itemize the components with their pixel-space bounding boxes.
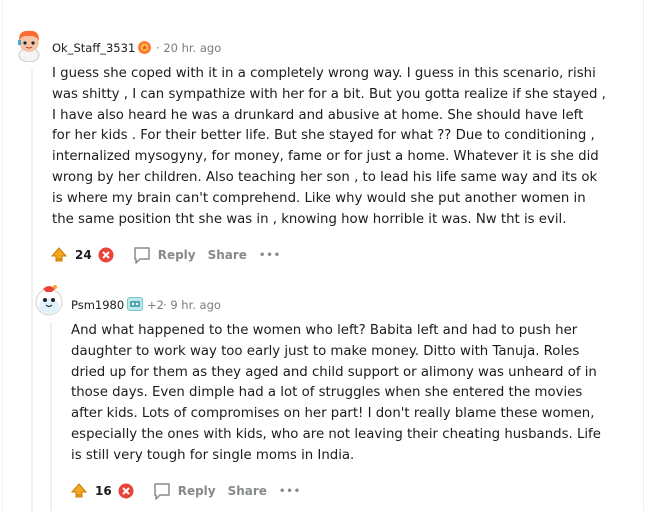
comment-line: is still very tough for single moms in I…: [71, 447, 355, 463]
upvote-icon[interactable]: [70, 482, 88, 500]
comment-author[interactable]: Ok_Staff_3531: [52, 41, 135, 55]
vote-count: 24: [75, 248, 92, 262]
downvote-icon[interactable]: [118, 483, 134, 499]
more-icon[interactable]: •••: [259, 250, 281, 261]
comment-line: is where my brain can't comprehend. Like…: [52, 190, 586, 206]
comment-line: after kids. Lots of compromises on her p…: [71, 406, 595, 422]
more-icon[interactable]: •••: [279, 486, 301, 497]
share-label: Share: [227, 484, 267, 498]
comment-line: internalized mysogyny, for money, fame o…: [52, 149, 599, 165]
comment-line: those days. Even dimple had a lot of str…: [71, 385, 583, 401]
avatar[interactable]: [34, 282, 64, 318]
comment-line: wrong by her children. Also teaching her…: [52, 169, 598, 185]
downvote-icon[interactable]: [98, 247, 114, 263]
comment-line: for her kids . For their better life. Bu…: [52, 128, 595, 144]
award-icon: [137, 40, 152, 55]
comment-icon: [153, 483, 170, 500]
comment-line: I have also heard he was a drunkard and …: [52, 107, 584, 123]
comment-timestamp[interactable]: · 9 hr. ago: [163, 298, 221, 312]
left-border: [2, 0, 3, 511]
comment-line: daughter to work way too early just to m…: [71, 343, 580, 359]
reply-button[interactable]: Reply: [152, 481, 216, 501]
thread-line[interactable]: [31, 70, 33, 511]
comment-line: dried up for them as they aged and child…: [71, 364, 597, 380]
thread-line[interactable]: [50, 322, 52, 511]
comment-actions: 24 Reply Share •••: [50, 244, 281, 266]
reply-label: Reply: [177, 484, 216, 498]
comment-author[interactable]: Psm1980: [71, 298, 124, 312]
comment-icon: [133, 247, 150, 264]
share-label: Share: [207, 248, 247, 262]
comment-body: I guess she coped with it in a completel…: [52, 64, 606, 230]
share-button[interactable]: Share: [228, 484, 267, 498]
award-count: +2: [147, 298, 164, 312]
right-border: [643, 0, 644, 511]
vote-count: 16: [95, 484, 112, 498]
comment-line: And what happened to the women who left?…: [71, 323, 578, 338]
comment-actions: 16 Reply Share •••: [70, 480, 301, 502]
comment-timestamp[interactable]: · 20 hr. ago: [156, 41, 221, 55]
timestamp-text: 20 hr. ago: [163, 41, 222, 55]
timestamp-text: 9 hr. ago: [170, 298, 221, 312]
share-button[interactable]: Share: [208, 248, 247, 262]
comment-line: especially the ones with kids, who are n…: [71, 426, 601, 442]
reply-button[interactable]: Reply: [132, 245, 196, 265]
upvote-icon[interactable]: [50, 246, 68, 264]
comment-body: And what happened to the women who left?…: [71, 321, 601, 467]
avatar[interactable]: [14, 28, 44, 62]
award-icon: [127, 297, 143, 311]
comment-line: the same position tht she was in , knowi…: [52, 211, 567, 227]
reply-label: Reply: [157, 248, 196, 262]
comment-line: was shitty , I can sympathize with her f…: [52, 86, 606, 102]
comment-line: I guess she coped with it in a completel…: [52, 66, 596, 81]
